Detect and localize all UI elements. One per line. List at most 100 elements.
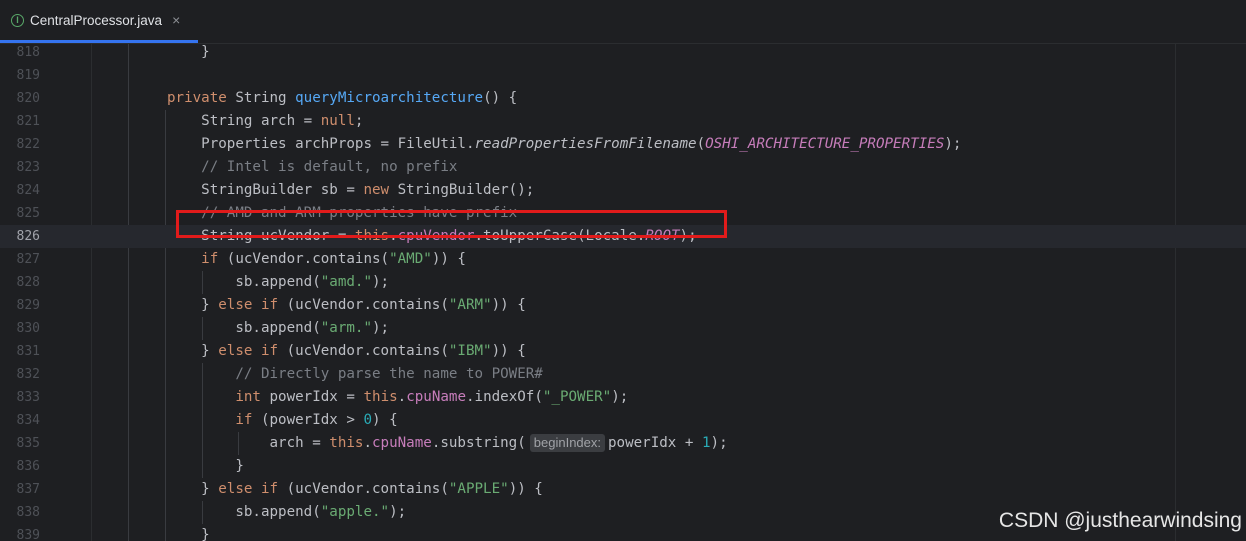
code-text: sb.append("arm."); [167, 317, 389, 340]
code-text: } else if (ucVendor.contains("IBM")) { [167, 340, 526, 363]
code-token: StringBuilder(); [397, 182, 535, 198]
parameter-hint: beginIndex: [529, 434, 606, 452]
code-line[interactable]: 823 // Intel is default, no prefix [0, 156, 1246, 179]
code-token: ); [611, 389, 629, 405]
line-number: 835 [16, 436, 40, 451]
code-line[interactable]: 835 arch = this.cpuName.substring(beginI… [0, 432, 1246, 455]
code-token: this [329, 435, 364, 451]
code-token: StringBuilder sb = [167, 182, 364, 198]
code-token: // Intel is default, no prefix [167, 159, 458, 175]
code-token: ); [389, 504, 407, 520]
code-token: sb.append( [167, 274, 321, 290]
code-line[interactable]: 824 StringBuilder sb = new StringBuilder… [0, 179, 1246, 202]
code-token: (ucVendor.contains( [286, 343, 449, 359]
code-token: else if [218, 481, 287, 497]
code-token: if [235, 412, 261, 428]
watermark: CSDN @justhearwindsing [998, 509, 1242, 532]
code-token: this [363, 389, 398, 405]
code-token: . [397, 389, 407, 405]
code-line[interactable]: 832 // Directly parse the name to POWER# [0, 363, 1246, 386]
code-token: (ucVendor.contains( [286, 481, 449, 497]
code-token: new [363, 182, 398, 198]
code-token: (ucVendor.contains( [226, 251, 390, 267]
code-token: // Directly parse the name to POWER# [167, 366, 543, 382]
code-token: )) { [491, 297, 526, 313]
code-line[interactable]: 829 } else if (ucVendor.contains("ARM"))… [0, 294, 1246, 317]
code-token: OSHI_ARCHITECTURE_PROPERTIES [705, 136, 945, 152]
line-number: 822 [16, 137, 40, 152]
code-token: . [363, 435, 373, 451]
code-token: } [167, 527, 210, 541]
code-editor[interactable]: 818 } 819 820 private String queryMicroarch… [0, 44, 1246, 541]
tab-central-processor[interactable]: I CentralProcessor.java × [0, 0, 198, 43]
close-icon[interactable]: × [172, 12, 180, 28]
code-line[interactable]: 821 String arch = null; [0, 110, 1246, 133]
code-token: int [235, 389, 270, 405]
code-token: () { [483, 90, 518, 106]
code-token: } [167, 44, 210, 60]
code-text: // Intel is default, no prefix [167, 156, 457, 179]
code-text: // Directly parse the name to POWER# [167, 363, 543, 386]
line-number: 828 [16, 275, 40, 290]
code-text: private String queryMicroarchitecture() … [167, 87, 517, 110]
line-number: 818 [16, 45, 40, 60]
code-line[interactable]: 833 int powerIdx = this.cpuName.indexOf(… [0, 386, 1246, 409]
line-number: 831 [16, 344, 40, 359]
code-token: ); [944, 136, 962, 152]
code-token: String arch = [167, 113, 321, 129]
code-token: queryMicroarchitecture [295, 90, 484, 106]
code-text: Properties archProps = FileUtil.readProp… [167, 133, 961, 156]
code-token: (powerIdx > [260, 412, 364, 428]
code-text: sb.append("apple."); [167, 501, 406, 524]
code-token: (ucVendor.contains( [286, 297, 449, 313]
code-line[interactable]: 822 Properties archProps = FileUtil.read… [0, 133, 1246, 156]
editor-tab-bar: I CentralProcessor.java × [0, 0, 1246, 44]
code-text: } [167, 44, 210, 64]
line-number: 833 [16, 390, 40, 405]
code-token: 1 [701, 435, 711, 451]
code-token: "AMD" [389, 251, 432, 267]
code-token: String [235, 90, 296, 106]
code-token: 0 [363, 412, 373, 428]
line-number: 826 [16, 229, 40, 244]
code-line[interactable]: 819 [0, 64, 1246, 87]
line-number: 825 [16, 206, 40, 221]
code-text: sb.append("amd."); [167, 271, 389, 294]
code-token: arch = [167, 435, 330, 451]
code-line[interactable]: 836 } [0, 455, 1246, 478]
code-text: if (ucVendor.contains("AMD")) { [167, 248, 466, 271]
code-token: private [167, 90, 236, 106]
code-line[interactable]: 818 } [0, 44, 1246, 64]
java-interface-icon: I [11, 13, 24, 27]
code-token: .substring( [431, 435, 526, 451]
code-text: if (powerIdx > 0) { [167, 409, 397, 432]
code-token: ); [372, 274, 390, 290]
code-line[interactable]: 831 } else if (ucVendor.contains("IBM"))… [0, 340, 1246, 363]
highlight-box [176, 210, 727, 238]
code-line[interactable]: 827 if (ucVendor.contains("AMD")) { [0, 248, 1246, 271]
code-line[interactable]: 834 if (powerIdx > 0) { [0, 409, 1246, 432]
code-text: String arch = null; [167, 110, 363, 133]
code-token: "amd." [320, 274, 372, 290]
code-line[interactable]: 837 } else if (ucVendor.contains("APPLE"… [0, 478, 1246, 501]
tab-label: CentralProcessor.java [30, 12, 163, 28]
code-token: "ARM" [448, 297, 492, 313]
code-token: if [201, 251, 227, 267]
code-token: else if [218, 343, 287, 359]
line-number: 820 [16, 91, 40, 106]
code-text: } else if (ucVendor.contains("APPLE")) { [167, 478, 543, 501]
code-line[interactable]: 820 private String queryMicroarchitecture… [0, 87, 1246, 110]
code-token: sb.append( [167, 320, 321, 336]
code-token: powerIdx + [608, 435, 702, 451]
code-text: arch = this.cpuName.substring(beginIndex… [167, 432, 728, 455]
code-text: } [167, 524, 210, 541]
code-line[interactable]: 830 sb.append("arm."); [0, 317, 1246, 340]
code-token: readPropertiesFromFilename [474, 136, 697, 152]
line-number: 836 [16, 459, 40, 474]
code-token: "arm." [320, 320, 372, 336]
code-token: null [320, 113, 355, 129]
code-line[interactable]: 828 sb.append("amd."); [0, 271, 1246, 294]
line-number: 829 [16, 298, 40, 313]
